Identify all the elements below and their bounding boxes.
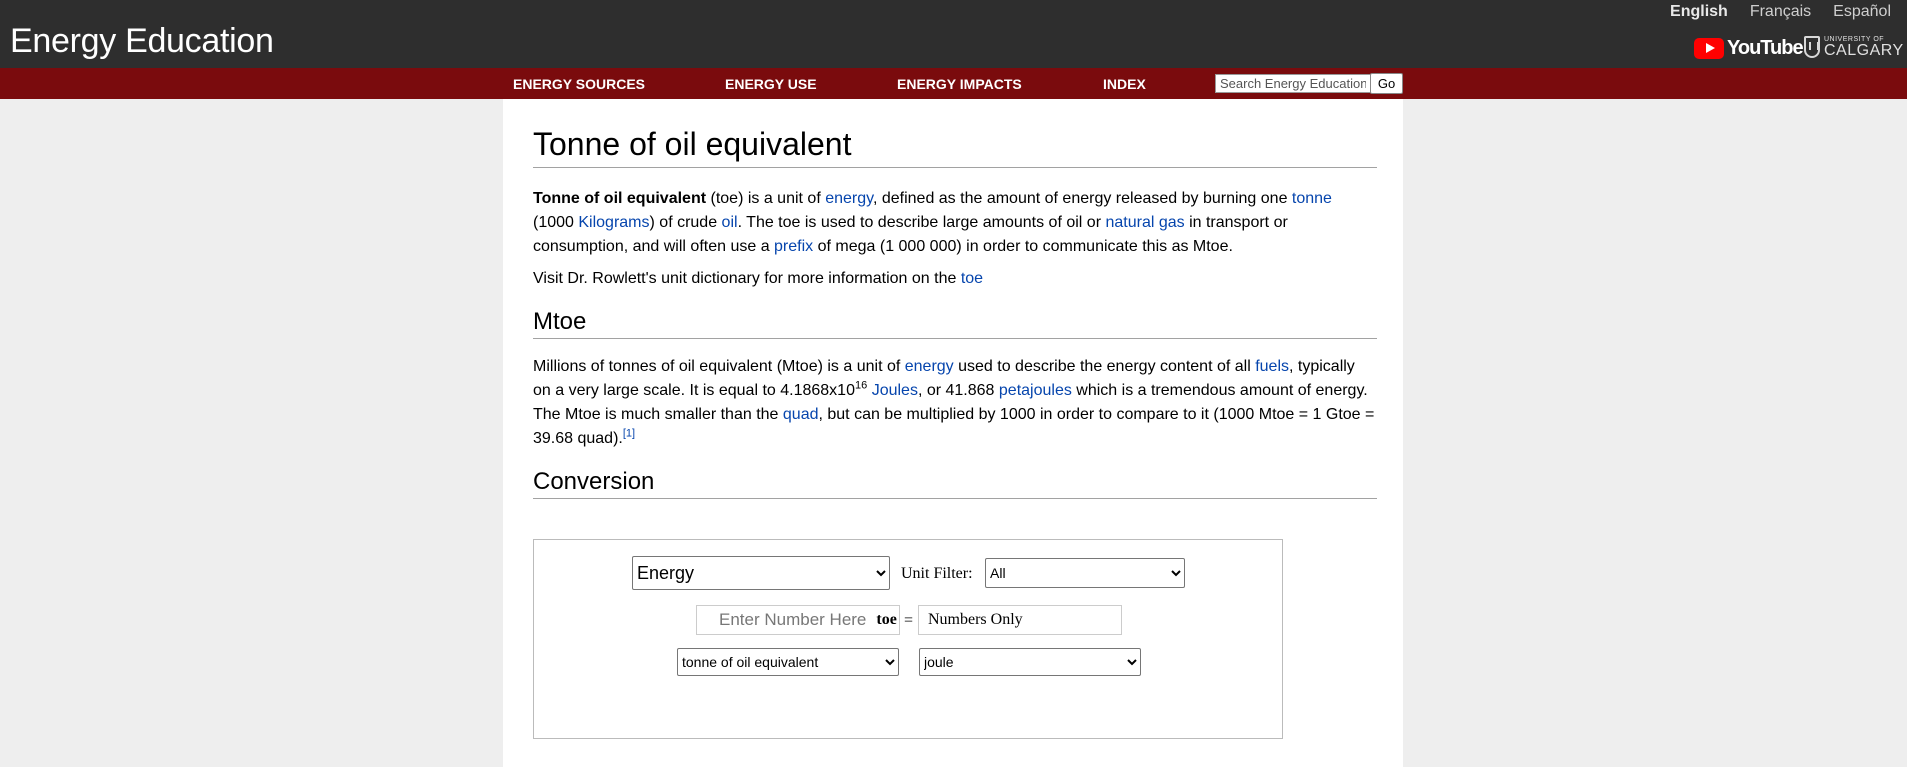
reference-link-1[interactable]: [1] <box>623 428 635 440</box>
site-title[interactable]: Energy Education <box>10 22 274 61</box>
input-unit-label: toe <box>876 611 897 628</box>
top-header: Energy Education English Français Españo… <box>0 0 1907 68</box>
university-big-text: CALGARY <box>1824 41 1904 59</box>
intro-text-2: , defined as the amount of energy releas… <box>872 190 1292 207</box>
number-input[interactable]: Enter Number Here toe <box>696 605 900 635</box>
link-fuels[interactable]: fuels <box>1255 358 1289 375</box>
unit-converter: Energy Unit Filter: All Enter Number Her… <box>533 539 1283 739</box>
link-prefix[interactable]: prefix <box>774 238 813 255</box>
nav-energy-use[interactable]: ENERGY USE <box>725 76 817 92</box>
result-output[interactable]: Numbers Only <box>918 605 1122 635</box>
link-petajoules[interactable]: petajoules <box>999 382 1072 399</box>
main-content: Tonne of oil equivalent Tonne of oil equ… <box>503 99 1403 767</box>
link-toe[interactable]: toe <box>961 270 983 287</box>
unit-filter-label: Unit Filter: <box>901 565 973 582</box>
to-unit-select[interactable]: joule <box>919 648 1141 676</box>
heading-conversion: Conversion <box>533 468 1377 499</box>
search-go-button[interactable]: Go <box>1370 73 1403 94</box>
intro-term: Tonne of oil equivalent <box>533 190 707 207</box>
shield-crest-icon <box>1804 36 1820 58</box>
university-of-calgary-logo[interactable]: UNIVERSITY OF CALGARY <box>1804 34 1904 60</box>
mtoe-paragraph: Millions of tonnes of oil equivalent (Mt… <box>533 355 1377 451</box>
intro-text-4: ) of crude <box>649 214 722 231</box>
visit-paragraph: Visit Dr. Rowlett's unit dictionary for … <box>533 267 1377 291</box>
category-select[interactable]: Energy <box>632 556 890 590</box>
number-input-placeholder: Enter Number Here <box>719 610 867 629</box>
intro-text-5: . The toe is used to describe large amou… <box>737 214 1106 231</box>
link-quad[interactable]: quad <box>783 406 819 423</box>
youtube-label: YouTube <box>1727 36 1804 59</box>
youtube-play-icon <box>1694 37 1724 59</box>
lang-francais[interactable]: Français <box>1750 3 1811 21</box>
youtube-link[interactable]: YouTube <box>1694 36 1804 60</box>
intro-text-3: (1000 <box>533 214 579 231</box>
search-input[interactable] <box>1215 74 1371 93</box>
university-wordmark: UNIVERSITY OF CALGARY <box>1824 36 1904 59</box>
link-joules[interactable]: Joules <box>872 382 918 399</box>
heading-mtoe: Mtoe <box>533 308 1377 339</box>
link-kilograms[interactable]: Kilograms <box>578 214 649 231</box>
nav-index[interactable]: INDEX <box>1103 76 1146 92</box>
equals-sign: = <box>904 612 914 629</box>
mtoe-text-2: used to describe the energy content of a… <box>953 358 1256 375</box>
lang-espanol[interactable]: Español <box>1833 3 1891 21</box>
intro-paragraph: Tonne of oil equivalent (toe) is a unit … <box>533 187 1377 259</box>
link-energy[interactable]: energy <box>825 190 873 207</box>
intro-text-1: (toe) is a unit of <box>706 190 826 207</box>
mtoe-text-5: , or 41.868 <box>917 382 999 399</box>
unit-filter-select[interactable]: All <box>985 558 1185 588</box>
link-tonne[interactable]: tonne <box>1292 190 1332 207</box>
intro-text-7: of mega (1 000 000) in order to communic… <box>813 238 1233 255</box>
lang-english[interactable]: English <box>1670 3 1728 21</box>
link-energy-2[interactable]: energy <box>905 358 954 375</box>
nav-energy-impacts[interactable]: ENERGY IMPACTS <box>897 76 1022 92</box>
page-title: Tonne of oil equivalent <box>533 126 1377 168</box>
mtoe-text-1: Millions of tonnes of oil equivalent (Mt… <box>533 358 905 375</box>
nav-energy-sources[interactable]: ENERGY SOURCES <box>513 76 645 92</box>
link-natural-gas[interactable]: natural gas <box>1105 214 1184 231</box>
link-oil[interactable]: oil <box>722 214 738 231</box>
main-navbar: ENERGY SOURCES ENERGY USE ENERGY IMPACTS… <box>0 68 1907 99</box>
exponent: 16 <box>854 379 868 392</box>
visit-text: Visit Dr. Rowlett's unit dictionary for … <box>533 270 961 287</box>
from-unit-select[interactable]: tonne of oil equivalent <box>677 648 899 676</box>
language-switcher: English Français Español <box>1670 3 1891 21</box>
